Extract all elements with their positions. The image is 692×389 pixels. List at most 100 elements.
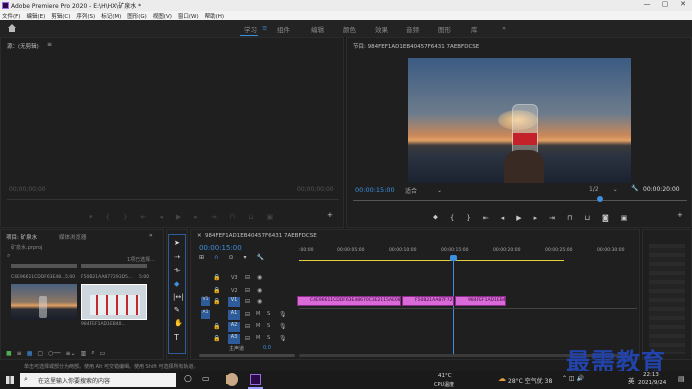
- extract-icon[interactable]: ⊔: [584, 214, 589, 222]
- add-button-icon[interactable]: +: [327, 211, 333, 219]
- mic-icon[interactable]: 🎙: [279, 335, 287, 342]
- source-timecode-left[interactable]: 00;00;00;00: [9, 186, 46, 193]
- play-icon[interactable]: ▶: [176, 213, 181, 221]
- automate-icon[interactable]: ▥: [81, 350, 87, 357]
- bin-thumb-1[interactable]: [11, 264, 77, 268]
- solo-button[interactable]: S: [267, 335, 270, 341]
- home-icon[interactable]: [8, 24, 16, 32]
- timeline-clip[interactable]: 984FEF1AD1EB40...: [455, 296, 506, 306]
- sync-lock-icon[interactable]: ⊟: [245, 298, 250, 305]
- source-scrubber[interactable]: [7, 199, 339, 202]
- panel-menu-icon[interactable]: ≡: [47, 41, 52, 48]
- solo-button[interactable]: S: [267, 323, 270, 329]
- list-view-icon[interactable]: ≡: [17, 350, 22, 357]
- mark-in-icon[interactable]: {: [450, 214, 454, 222]
- menu-view[interactable]: 视图(V): [153, 12, 172, 20]
- menu-clip[interactable]: 剪辑(C): [51, 12, 70, 20]
- program-playhead-icon[interactable]: [597, 196, 603, 202]
- fit-dropdown[interactable]: 适合 ⌄: [405, 186, 442, 195]
- solo-button[interactable]: S: [267, 311, 270, 317]
- tab-graphics[interactable]: 图形: [438, 24, 451, 34]
- source-patch-a1[interactable]: A1: [201, 310, 210, 319]
- selection-tool-icon[interactable]: ➤: [174, 239, 180, 247]
- go-out-icon[interactable]: }: [123, 213, 127, 221]
- tab-audio[interactable]: 音频: [406, 24, 419, 34]
- camera-icon[interactable]: ◙: [602, 214, 609, 222]
- track-select-tool-icon[interactable]: ⇢: [174, 253, 180, 261]
- taskbar-search[interactable]: ⌕ 在这里输入你要搜索的内容: [20, 373, 176, 387]
- work-area-bar[interactable]: [299, 260, 564, 261]
- go-to-out-icon[interactable]: ⇥: [211, 213, 217, 221]
- bin-thumb-4[interactable]: [81, 284, 147, 320]
- mute-button[interactable]: M: [256, 323, 260, 329]
- eye-icon[interactable]: ◉: [257, 298, 262, 305]
- mic-icon[interactable]: 🎙: [279, 323, 287, 330]
- media-browser-tab[interactable]: 媒体浏览器: [59, 233, 87, 241]
- eye-icon[interactable]: ◉: [257, 274, 262, 281]
- task-view-icon[interactable]: ▭: [202, 374, 210, 383]
- minimize-button[interactable]: —: [638, 0, 656, 11]
- more-tabs-icon[interactable]: »: [149, 232, 153, 239]
- wrench-icon[interactable]: 🔧: [256, 254, 263, 261]
- sync-lock-icon[interactable]: ⊟: [245, 323, 250, 330]
- razor-tool-icon[interactable]: ◆: [174, 280, 179, 288]
- play-icon[interactable]: ▶: [516, 214, 521, 222]
- mark-out-icon[interactable]: }: [466, 214, 470, 222]
- go-to-in-icon[interactable]: ⇤: [140, 213, 146, 221]
- weather-icon[interactable]: ☁: [498, 374, 506, 383]
- workspace-menu-icon[interactable]: ≡: [262, 24, 267, 32]
- type-tool-icon[interactable]: T: [174, 333, 179, 342]
- lift-icon[interactable]: ⊓: [567, 214, 572, 222]
- go-in-icon[interactable]: {: [106, 213, 110, 221]
- sync-lock-icon[interactable]: ⊟: [245, 287, 250, 294]
- pen-tool-icon[interactable]: ✎: [174, 306, 180, 314]
- step-forward-icon[interactable]: ▸: [534, 214, 538, 222]
- start-icon[interactable]: [6, 376, 14, 384]
- freeform-view-icon[interactable]: ▢: [37, 350, 43, 357]
- step-forward-icon[interactable]: ▸: [194, 213, 198, 221]
- slip-tool-icon[interactable]: |↔|: [173, 293, 184, 301]
- go-to-out-icon[interactable]: ⇥: [549, 214, 555, 222]
- program-scrubber[interactable]: [353, 200, 687, 203]
- menu-sequence[interactable]: 序列(S): [76, 12, 95, 20]
- lock-icon[interactable]: 🔒: [213, 274, 220, 281]
- tab-libraries[interactable]: 库: [471, 24, 478, 34]
- sequence-tab[interactable]: 984FEF1AD1EB40457F6431 7AEBFDCSE: [205, 233, 317, 239]
- timeline-clip[interactable]: F50B21AA87F729309...: [402, 296, 454, 306]
- tray-icons[interactable]: ⌃ ◫ 🔊: [562, 375, 584, 382]
- lock-icon[interactable]: 🔒: [213, 287, 220, 294]
- clock-time[interactable]: 22:13: [643, 372, 659, 378]
- close-button[interactable]: ✕: [674, 0, 692, 11]
- sync-lock-icon[interactable]: ⊟: [245, 274, 250, 281]
- add-marker-icon[interactable]: ▾: [243, 254, 246, 261]
- menu-edit[interactable]: 编辑(E): [26, 12, 45, 20]
- menu-file[interactable]: 文件(F): [2, 12, 20, 20]
- mute-button[interactable]: M: [256, 311, 260, 317]
- master-volume[interactable]: 0.0: [263, 345, 271, 351]
- mark-in-icon[interactable]: ▾: [89, 213, 93, 221]
- menu-marker[interactable]: 标记(M): [101, 12, 121, 20]
- add-marker-icon[interactable]: ⬥: [433, 213, 438, 222]
- search-icon[interactable]: ⌕: [7, 252, 10, 260]
- lock-icon[interactable]: 🔒: [213, 298, 220, 305]
- icon-view-icon[interactable]: ▦: [27, 350, 33, 357]
- add-button-icon[interactable]: +: [677, 211, 683, 219]
- project-tab[interactable]: 项目: 矿泉水: [6, 233, 37, 241]
- export-frame-icon[interactable]: ▣: [267, 213, 274, 221]
- eye-icon[interactable]: ◉: [257, 287, 262, 294]
- tab-editing[interactable]: 编辑: [311, 24, 324, 34]
- timeline-clip[interactable]: C4E96611CDDF63E48670C3E2115AE08.jpg: [297, 296, 401, 306]
- tab-learn[interactable]: 学习: [244, 24, 257, 34]
- time-ruler[interactable]: :00:00 00:00:05:00 00:00:10:00 00:00:15:…: [299, 248, 637, 258]
- tab-color[interactable]: 颜色: [343, 24, 356, 34]
- maximize-button[interactable]: ▢: [656, 0, 674, 11]
- more-workspaces-icon[interactable]: »: [502, 24, 506, 32]
- menu-help[interactable]: 帮助(H): [205, 12, 224, 20]
- linked-selection-icon[interactable]: ⊙: [228, 254, 233, 261]
- bin-thumb-3[interactable]: [11, 284, 77, 320]
- premiere-taskbar-icon[interactable]: [250, 374, 261, 385]
- weather-text[interactable]: 28°C 空气优 38: [508, 376, 552, 385]
- bin-thumb-2[interactable]: [81, 264, 147, 268]
- timeline-timecode[interactable]: 00:00:15:00: [199, 244, 242, 252]
- go-to-in-icon[interactable]: ⇤: [483, 214, 489, 222]
